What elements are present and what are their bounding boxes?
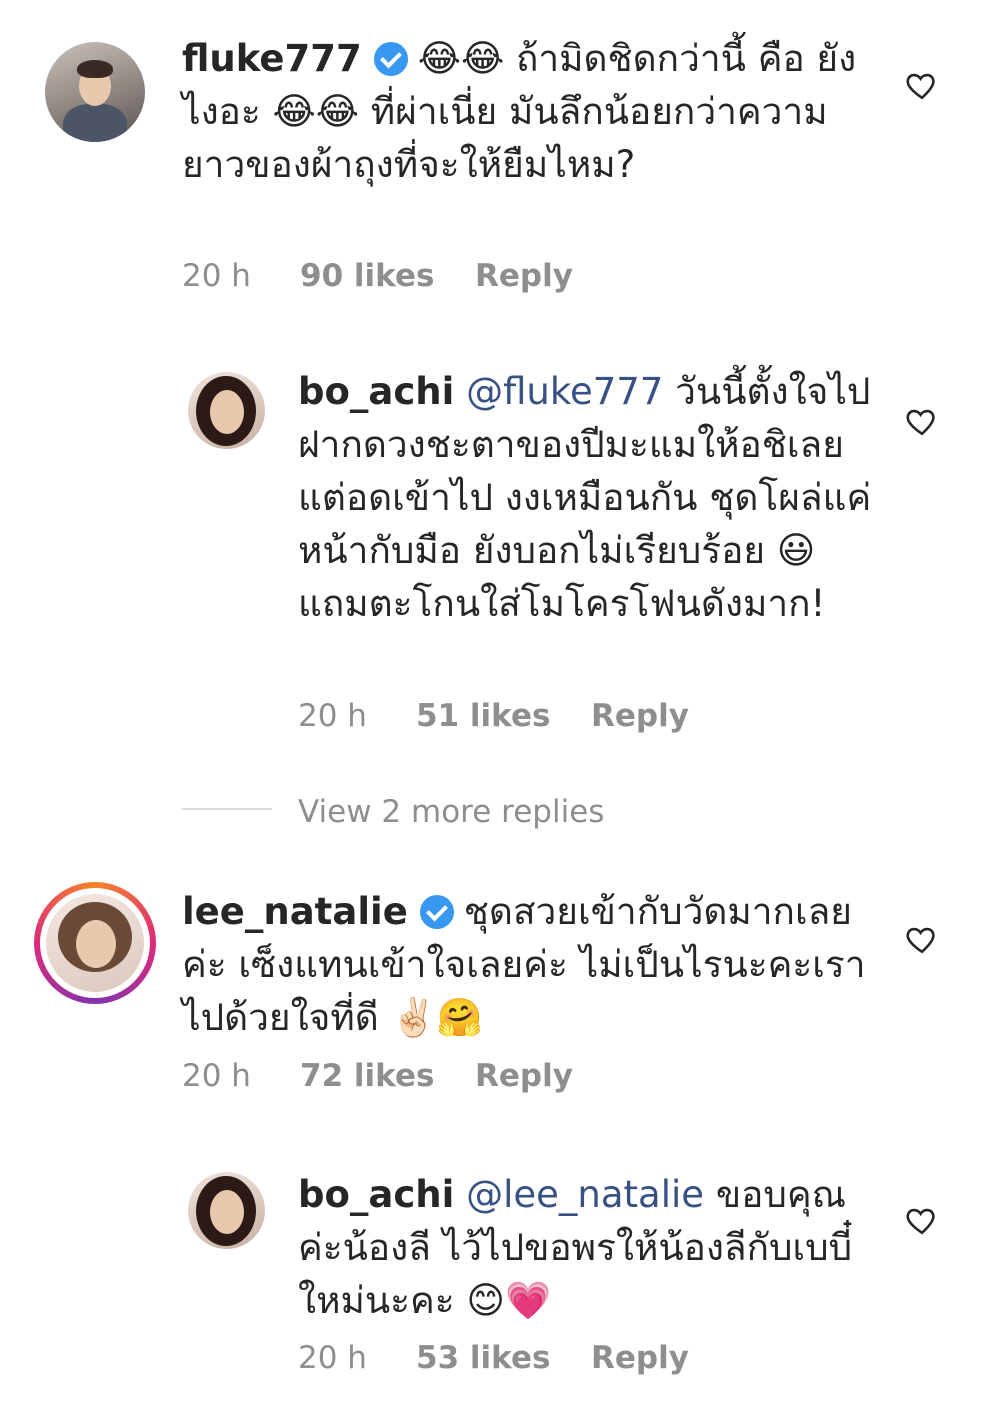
likes-count[interactable]: 53 likes <box>416 1340 591 1376</box>
mention-link[interactable]: @fluke777 <box>466 370 663 413</box>
username[interactable]: lee_natalie <box>182 890 408 933</box>
timestamp: 20 h <box>182 258 251 294</box>
comment-meta: 20 h 90 likes Reply <box>182 258 573 294</box>
reply-button[interactable]: Reply <box>591 1340 689 1376</box>
avatar-bo-achi[interactable] <box>188 372 265 449</box>
heart-outline-icon[interactable] <box>905 922 939 956</box>
view-more-replies-button[interactable]: View 2 more replies <box>298 794 604 830</box>
heart-outline-icon[interactable] <box>905 404 939 438</box>
username[interactable]: fluke777 <box>182 37 362 80</box>
avatar-fluke777[interactable] <box>45 42 145 142</box>
reply-button[interactable]: Reply <box>475 1058 573 1094</box>
comment-body: bo_achi @lee_natalie ขอบคุณค่ะน้องลี ไว้… <box>298 1168 873 1327</box>
view-more-line <box>182 808 272 810</box>
comment-body: lee_natalie ชุดสวยเข้ากับวัดมากเลยค่ะ เซ็… <box>182 885 872 1044</box>
comment-body: fluke777 😂😂 ถ้ามิดชิดกว่านี้ คือ ยังไงอะ … <box>182 32 872 191</box>
avatar-lee-natalie[interactable] <box>46 894 144 992</box>
timestamp: 20 h <box>298 698 367 734</box>
reply-button[interactable]: Reply <box>591 698 689 734</box>
reply-button[interactable]: Reply <box>475 258 573 294</box>
verified-icon <box>373 42 408 76</box>
username[interactable]: bo_achi <box>298 1173 454 1216</box>
mention-link[interactable]: @lee_natalie <box>466 1173 704 1216</box>
avatar-bo-achi[interactable] <box>188 1172 265 1249</box>
timestamp: 20 h <box>182 1058 251 1094</box>
timestamp: 20 h <box>298 1340 367 1376</box>
comment-meta: 20 h 51 likes Reply <box>298 698 689 734</box>
heart-outline-icon[interactable] <box>905 68 939 102</box>
comment-body: bo_achi @fluke777 วันนี้ตั้งใจไปฝากดวงชะ… <box>298 365 873 630</box>
username[interactable]: bo_achi <box>298 370 454 413</box>
likes-count[interactable]: 90 likes <box>300 258 475 294</box>
verified-icon <box>419 895 454 929</box>
likes-count[interactable]: 51 likes <box>416 698 591 734</box>
heart-outline-icon[interactable] <box>905 1203 939 1237</box>
comment-meta: 20 h 72 likes Reply <box>182 1058 573 1094</box>
comment-meta: 20 h 53 likes Reply <box>298 1340 689 1376</box>
likes-count[interactable]: 72 likes <box>300 1058 475 1094</box>
